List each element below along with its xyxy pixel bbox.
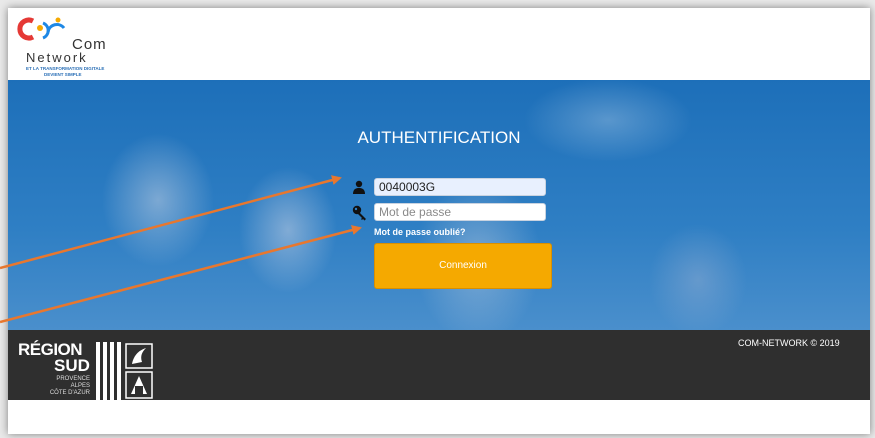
region-provence: PROVENCE <box>56 376 90 382</box>
site-header: Com Network ET LA TRANSFORMATION DIGITAL… <box>8 8 870 80</box>
user-icon <box>353 180 365 194</box>
connexion-button[interactable]: Connexion <box>374 243 552 289</box>
region-cote-azur: CÔTE D'AZUR <box>49 390 90 396</box>
logo-tagline-2: DEVIENT SIMPLE <box>44 72 82 77</box>
region-sud-word: SUD <box>54 356 90 375</box>
logo-tagline-1: ET LA TRANSFORMATION DIGITALE <box>26 66 105 71</box>
forgot-password-link[interactable]: Mot de passe oublié? <box>374 227 466 237</box>
region-emblem-icon <box>96 342 153 400</box>
browser-page: Com Network ET LA TRANSFORMATION DIGITAL… <box>8 8 870 434</box>
password-placeholder: Mot de passe <box>379 205 452 219</box>
copyright-text: COM-NETWORK © 2019 <box>738 338 840 348</box>
logo-word-network: Network <box>26 50 88 65</box>
password-input[interactable]: Mot de passe <box>374 203 546 221</box>
region-alpes: ALPES <box>70 383 90 389</box>
login-hero: AUTHENTIFICATION 0040003G Mot de passe M… <box>8 80 870 330</box>
comnetwork-logo[interactable]: Com Network ET LA TRANSFORMATION DIGITAL… <box>16 14 126 77</box>
logo-mark-icon <box>17 17 66 41</box>
username-input[interactable]: 0040003G <box>374 178 546 196</box>
auth-title: AUTHENTIFICATION <box>357 128 521 147</box>
key-icon <box>352 205 366 221</box>
site-footer: RÉGION SUD PROVENCE ALPES CÔTE D'AZUR CO… <box>8 330 870 400</box>
